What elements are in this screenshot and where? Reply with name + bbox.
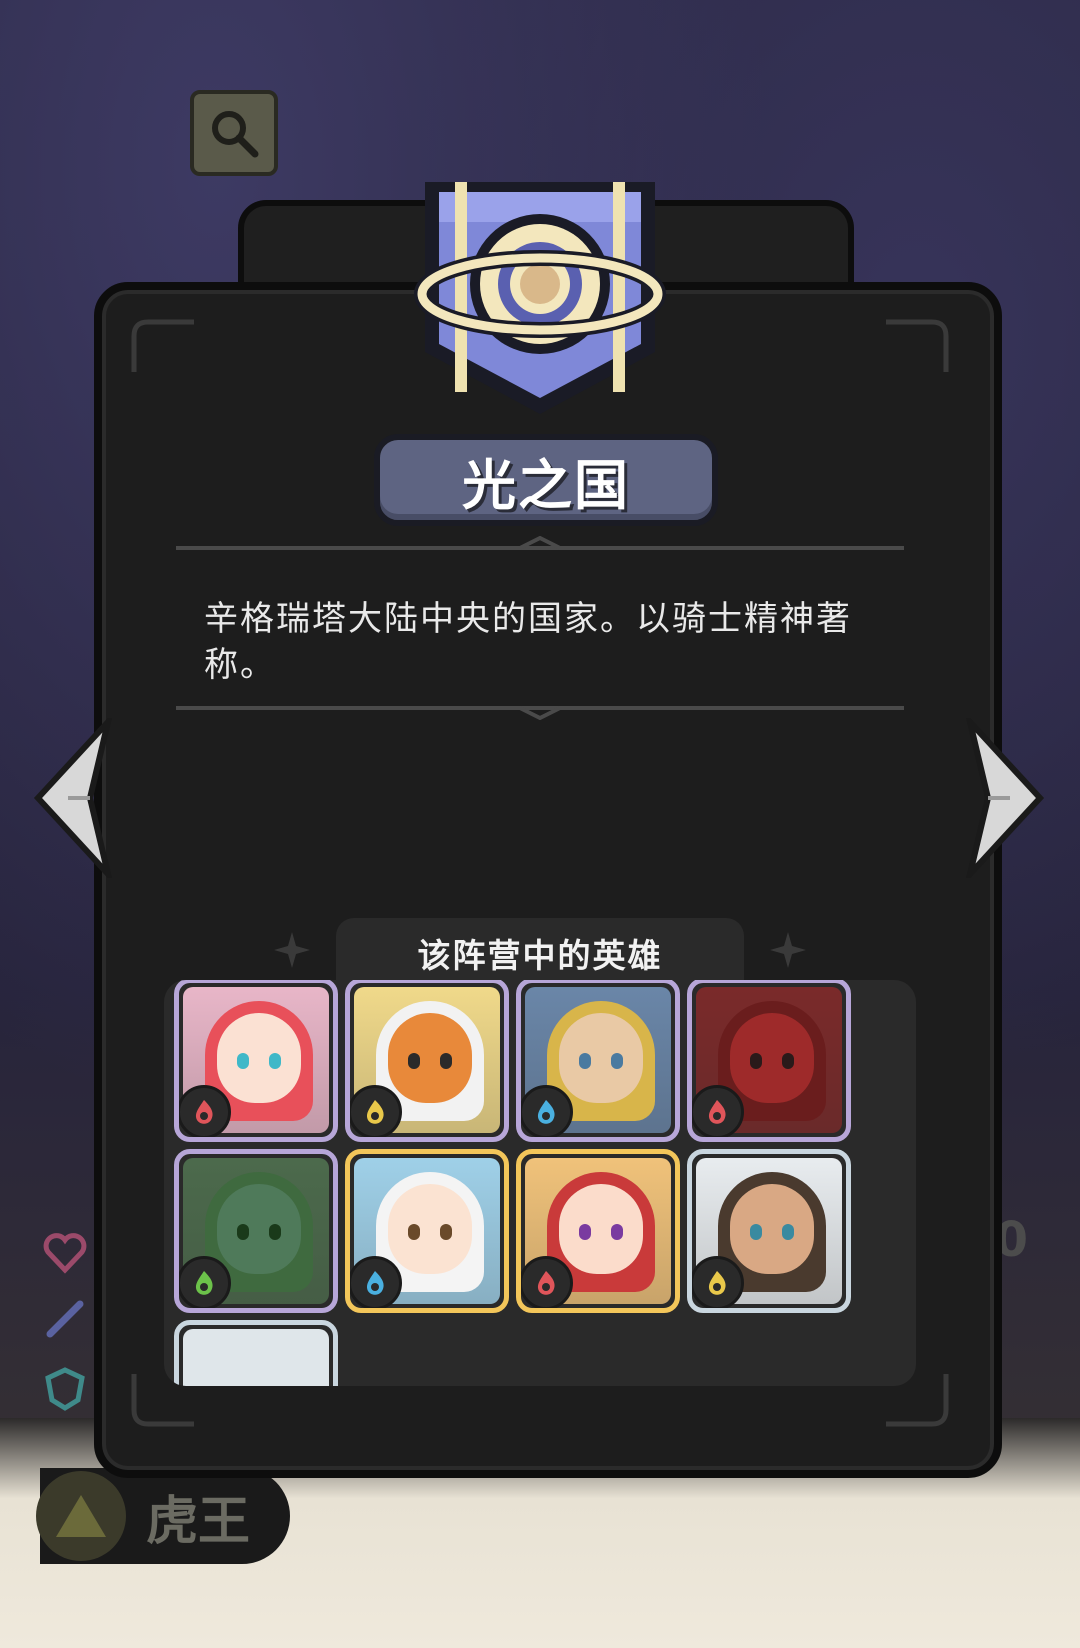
heroes-section-title: 该阵营中的英雄: [417, 936, 663, 975]
earth-icon: [692, 1256, 744, 1308]
wind-icon: [179, 1256, 231, 1308]
corner-ornament: [131, 319, 194, 372]
hero-card[interactable]: [345, 1149, 509, 1313]
hero-eye: [269, 1224, 281, 1240]
shield-icon: [45, 1367, 85, 1411]
search-icon: [212, 111, 259, 158]
fire-icon: [692, 1085, 744, 1137]
hero-face: [388, 1184, 472, 1274]
faction-title: 光之国: [462, 453, 630, 517]
hero-card[interactable]: [345, 980, 509, 1142]
hero-card[interactable]: [516, 1149, 680, 1313]
hero-face: [388, 1013, 472, 1103]
selected-hero-name: 虎王: [146, 1491, 251, 1552]
hero-card[interactable]: [174, 1149, 338, 1313]
hero-eye: [750, 1053, 762, 1069]
search-button[interactable]: [190, 90, 278, 176]
sword-icon: [46, 1300, 84, 1338]
hero-eye: [237, 1053, 249, 1069]
faction-title-bar: 光之国: [374, 434, 718, 526]
hero-card[interactable]: [516, 980, 680, 1142]
hero-eye: [782, 1053, 794, 1069]
hero-face: [730, 1013, 814, 1103]
hero-face: [730, 1184, 814, 1274]
faction-description: 辛格瑞塔大陆中央的国家。以骑士精神著 称。: [204, 599, 852, 685]
selected-hero-name-plate: 虎王: [36, 1468, 290, 1564]
hero-card[interactable]: [687, 980, 851, 1142]
hero-eye: [440, 1053, 452, 1069]
hero-card[interactable]: [687, 1149, 851, 1313]
hero-eye: [440, 1224, 452, 1240]
earth-icon: [36, 1471, 126, 1561]
divider: [176, 536, 904, 550]
fire-icon: [179, 1085, 231, 1137]
hero-card[interactable]: [174, 980, 338, 1142]
hero-eye: [408, 1224, 420, 1240]
heroes-section-tab: 该阵营中的英雄: [336, 918, 744, 988]
sparkle-icon: [770, 932, 806, 968]
hero-face: [559, 1184, 643, 1274]
hero-portrait: [183, 1329, 329, 1386]
water-icon: [350, 1256, 402, 1308]
heart-icon: [43, 1233, 87, 1274]
earth-icon: [350, 1085, 402, 1137]
hero-face: [559, 1013, 643, 1103]
previous-faction-button[interactable]: [28, 718, 120, 878]
corner-ornament: [886, 319, 949, 372]
faction-emblem-icon: [414, 182, 666, 414]
hero-face: [217, 1013, 301, 1103]
next-faction-button[interactable]: [958, 718, 1050, 878]
hero-card[interactable]: [174, 1320, 338, 1386]
fire-icon: [521, 1256, 573, 1308]
hero-eye: [237, 1224, 249, 1240]
heroes-grid: [164, 980, 916, 1386]
hero-eye: [611, 1224, 623, 1240]
hero-eye: [579, 1224, 591, 1240]
hero-eye: [579, 1053, 591, 1069]
hero-eye: [408, 1053, 420, 1069]
sparkle-icon: [274, 932, 310, 968]
hero-eye: [782, 1224, 794, 1240]
hero-face: [217, 1184, 301, 1274]
hero-eye: [750, 1224, 762, 1240]
hero-eye: [269, 1053, 281, 1069]
divider: [176, 706, 904, 720]
water-icon: [521, 1085, 573, 1137]
hero-eye: [611, 1053, 623, 1069]
